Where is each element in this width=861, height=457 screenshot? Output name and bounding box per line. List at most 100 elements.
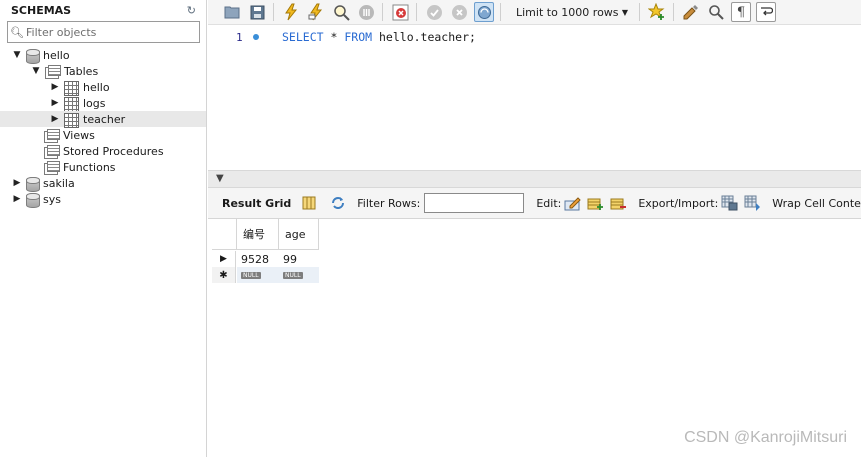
filter-objects-input[interactable] — [26, 25, 196, 39]
filter-objects-field[interactable]: 🔍︎ — [7, 21, 200, 43]
expand-triangle-icon[interactable]: ▶ — [50, 114, 60, 124]
wrap-cell-content-label: Wrap Cell Content: — [772, 196, 861, 210]
table-name: teacher — [83, 112, 126, 126]
filter-rows-input[interactable] — [424, 193, 525, 213]
refresh-icon[interactable]: ↻ — [187, 4, 196, 17]
column-header[interactable]: age — [279, 219, 319, 250]
expand-triangle-icon[interactable]: ▶ — [12, 194, 22, 204]
import-icon[interactable] — [744, 195, 761, 211]
schema-sys[interactable]: ▶ sys — [0, 191, 206, 208]
database-icon — [26, 48, 40, 64]
schemas-title: SCHEMAS — [11, 3, 72, 17]
procedures-folder-icon — [44, 144, 60, 159]
edit-label: Edit: — [536, 196, 562, 210]
expand-triangle-icon[interactable]: ▶ — [50, 98, 60, 108]
cell-value: 9528 — [241, 252, 269, 266]
table-cell[interactable]: NULL — [237, 267, 279, 283]
sql-keyword-select: SELECT — [282, 30, 324, 44]
result-grid: 编号 age ▶ 9528 99 ✱ NULL NULL — [212, 219, 319, 283]
stored-procedures-node[interactable]: Stored Procedures — [0, 143, 206, 159]
schema-sakila[interactable]: ▶ sakila — [0, 175, 206, 192]
column-header-label: age — [285, 227, 306, 241]
views-label: Views — [63, 128, 95, 142]
database-icon — [26, 192, 40, 208]
expand-triangle-icon[interactable]: ▼ — [12, 50, 22, 60]
procedures-label: Stored Procedures — [63, 144, 164, 158]
limit-rows-select[interactable]: Limit to 1000 rows ▼ — [511, 2, 633, 22]
find-icon[interactable] — [706, 2, 726, 22]
functions-label: Functions — [63, 160, 116, 174]
table-icon — [64, 112, 79, 128]
table-item-teacher[interactable]: ▶ teacher — [0, 111, 206, 128]
expand-triangle-icon[interactable]: ▶ — [12, 178, 22, 188]
rollback-icon[interactable] — [449, 2, 469, 22]
tables-node[interactable]: ▼ Tables — [0, 63, 206, 79]
table-name: hello — [83, 80, 110, 94]
sql-star: * — [330, 30, 338, 44]
expand-triangle-icon[interactable]: ▼ — [31, 66, 41, 76]
grid-corner — [212, 219, 237, 250]
edit-row-icon[interactable] — [564, 196, 582, 211]
invisible-chars-icon[interactable]: ¶ — [731, 2, 751, 22]
refresh-results-icon[interactable] — [330, 196, 346, 211]
expand-triangle-icon[interactable]: ▶ — [50, 82, 60, 92]
table-cell[interactable]: 99 — [279, 251, 319, 267]
limit-rows-value: Limit to 1000 rows — [516, 5, 619, 19]
panel-splitter[interactable]: ▼ — [208, 170, 861, 188]
execute-icon[interactable] — [281, 2, 301, 22]
export-import-label: Export/Import: — [638, 196, 719, 210]
sql-statement[interactable]: SELECT * FROM hello.teacher; — [282, 30, 476, 44]
delete-row-icon[interactable] — [610, 196, 627, 211]
table-item-hello[interactable]: ▶ hello — [0, 79, 206, 96]
schemas-header: SCHEMAS ↻ — [0, 0, 206, 20]
sql-editor-toolbar: Limit to 1000 rows ▼ ¶ — [208, 0, 861, 25]
tables-label: Tables — [64, 64, 99, 78]
schema-name: sys — [43, 192, 61, 206]
line-number: 1 — [236, 31, 243, 44]
table-cell[interactable]: 9528 — [237, 251, 279, 267]
column-header-label: 编号 — [243, 228, 265, 241]
tables-folder-icon — [45, 64, 61, 79]
autocommit-icon[interactable] — [474, 2, 494, 22]
row-pointer-icon[interactable]: ▶ — [212, 251, 236, 267]
table-item-logs[interactable]: ▶ logs — [0, 95, 206, 112]
sql-keyword-from: FROM — [344, 30, 373, 44]
schema-name: hello — [43, 48, 70, 62]
database-icon — [26, 176, 40, 192]
export-icon[interactable] — [721, 195, 738, 211]
new-row-marker-icon[interactable]: ✱ — [212, 267, 236, 283]
beautify-icon[interactable] — [681, 2, 701, 22]
table-cell[interactable]: NULL — [279, 267, 319, 283]
views-node[interactable]: Views — [0, 127, 206, 143]
table-icon — [64, 96, 79, 112]
explain-icon[interactable] — [331, 2, 351, 22]
schema-hello[interactable]: ▼ hello — [0, 47, 206, 64]
sql-table-ref: hello.teacher; — [379, 30, 476, 44]
form-editor-icon[interactable] — [302, 196, 316, 211]
null-badge: NULL — [241, 271, 261, 279]
save-icon[interactable] — [247, 2, 267, 22]
toggle-error-icon[interactable] — [390, 2, 410, 22]
functions-node[interactable]: Functions — [0, 159, 206, 175]
table-name: logs — [83, 96, 106, 110]
column-header[interactable]: 编号 — [237, 219, 279, 250]
schema-navigator: SCHEMAS ↻ 🔍︎ ▼ hello ▼ Tables ▶ hello ▶ … — [0, 0, 207, 457]
execute-current-icon[interactable] — [306, 2, 326, 22]
sql-editor[interactable]: 1 SELECT * FROM hello.teacher; — [208, 25, 861, 170]
result-toolbar: Result Grid Filter Rows: Edit: Export/Im… — [208, 188, 861, 219]
null-badge: NULL — [283, 271, 303, 279]
bookmark-icon[interactable] — [647, 2, 667, 22]
result-grid-tab[interactable]: Result Grid — [222, 197, 291, 210]
watermark: CSDN @KanrojiMitsuri — [684, 429, 847, 446]
open-file-icon[interactable] — [222, 2, 242, 22]
commit-icon[interactable] — [424, 2, 444, 22]
cell-value: 99 — [283, 252, 297, 266]
insert-row-icon[interactable] — [587, 196, 604, 211]
stop-icon[interactable] — [356, 2, 376, 22]
wrap-icon[interactable] — [756, 2, 776, 22]
collapse-arrow-icon[interactable]: ▼ — [216, 173, 224, 184]
chevron-down-icon: ▼ — [621, 7, 628, 17]
views-folder-icon — [44, 128, 60, 143]
functions-folder-icon — [44, 160, 60, 175]
schema-name: sakila — [43, 176, 75, 190]
